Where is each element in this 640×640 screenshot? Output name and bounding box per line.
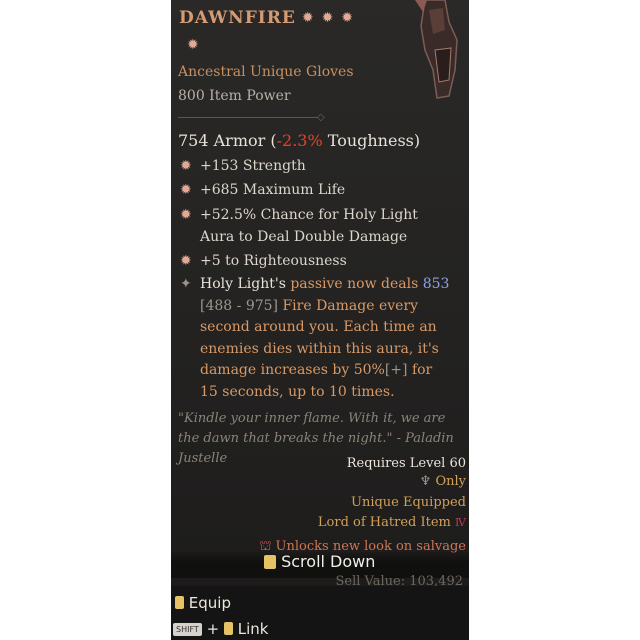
gloves-item-icon [415,0,458,99]
shift-key-icon: SHIFT [173,623,202,636]
affix-bullet-icon: ✹ [180,182,192,198]
affix-righteousness: ✹ +5 to Righteousness [180,250,450,272]
affix-life: ✹ +685 Maximum Life [180,179,450,201]
item-power: 800 Item Power [178,88,291,104]
unique-power: ✦ Holy Light's passive now deals 853 [488… [180,276,450,400]
item-tooltip: DAWNFIRE ✹ ✹ ✹ ✹ Ancestral Unique Gloves… [171,0,469,640]
divider [178,117,318,118]
mouse-wheel-icon [264,555,276,569]
item-type: Ancestral Unique Gloves [178,64,354,80]
scroll-down-prompt[interactable]: Scroll Down [264,552,375,571]
class-icon: ♆ [419,474,432,489]
divider-ornament-icon: ◇ [317,112,325,123]
mouse-button-icon [223,622,233,635]
affix-bullet-icon: ✹ [180,253,192,269]
star-icon: ✹ [301,10,314,26]
item-name: DAWNFIRE [179,8,296,28]
mouse-button-icon [175,596,184,609]
star-icon: ✹ [321,10,334,26]
expansion-icon: Ⅳ [455,516,466,529]
affix-bullet-icon: ✹ [180,207,192,223]
armor-stat: 754 Armor (-2.3% Toughness) [178,131,421,150]
unique-equipped: Unique Equipped [350,495,466,510]
equip-action[interactable]: Equip [175,594,231,612]
star-icon: ✹ [341,10,354,26]
class-restriction: ♆ Only [419,474,466,489]
rarity-stars: ✹ ✹ ✹ [302,11,353,25]
required-level: Requires Level 60 [346,456,466,471]
star-icon: ✹ [187,37,199,53]
toughness-delta: -2.3% [276,131,323,150]
action-bar: Equip SHIFT + Link [171,586,469,640]
unique-bullet-icon: ✦ [180,276,192,292]
item-title-row: DAWNFIRE ✹ ✹ ✹ [179,8,353,28]
expansion-tag: Lord of Hatred Item Ⅳ [317,515,466,530]
affix-strength: ✹ +153 Strength [180,155,450,177]
affix-bullet-icon: ✹ [180,158,192,174]
link-action[interactable]: SHIFT + Link [173,620,268,638]
affix-holy-light: ✹ +52.5% Chance for Holy Light Aura to De… [180,204,450,248]
